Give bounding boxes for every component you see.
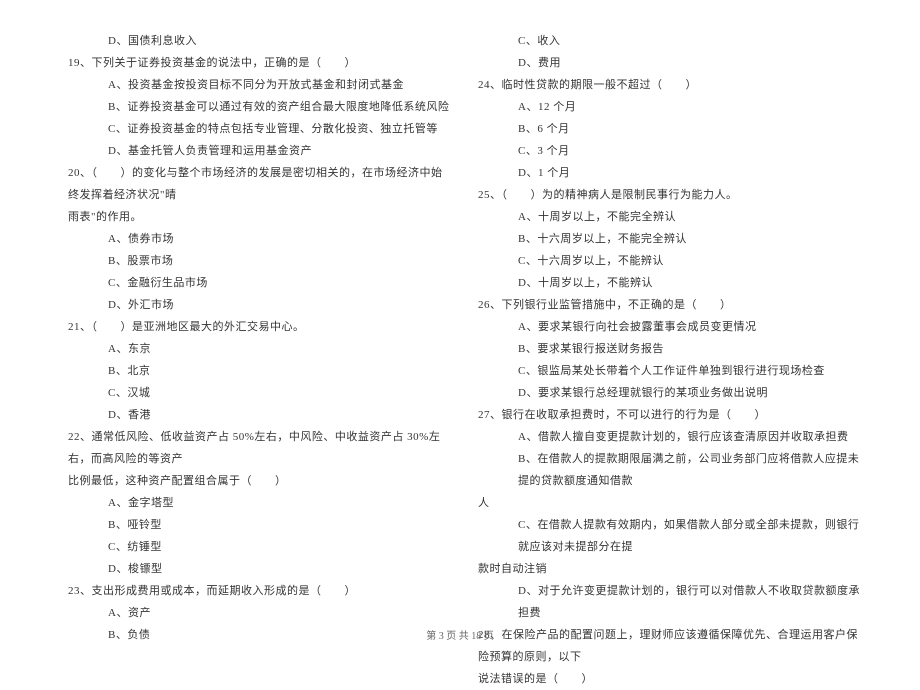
option-text: B、十六周岁以上，不能完全辨认 [468,228,862,250]
option-text: D、国债利息收入 [58,30,452,52]
option-text: A、东京 [58,338,452,360]
option-text: D、费用 [468,52,862,74]
option-text: D、1 个月 [468,162,862,184]
option-text: D、基金托管人负责管理和运用基金资产 [58,140,452,162]
option-text: A、债券市场 [58,228,452,250]
option-text: A、资产 [58,602,452,624]
question-22-line1: 22、通常低风险、低收益资产占 50%左右，中风险、中收益资产占 30%左右，而… [58,426,452,470]
option-text: C、证券投资基金的特点包括专业管理、分散化投资、独立托管等 [58,118,452,140]
option-text: D、十周岁以上，不能辨认 [468,272,862,294]
option-text: A、12 个月 [468,96,862,118]
question-24: 24、临时性贷款的期限一般不超过（ ） [468,74,862,96]
left-column: D、国债利息收入 19、下列关于证券投资基金的说法中，正确的是（ ） A、投资基… [50,30,460,600]
question-20-line1: 20、（ ）的变化与整个市场经济的发展是密切相关的，在市场经济中始终发挥着经济状… [58,162,452,206]
option-text: C、汉城 [58,382,452,404]
question-21: 21、（ ）是亚洲地区最大的外汇交易中心。 [58,316,452,338]
option-text: D、外汇市场 [58,294,452,316]
option-text: B、要求某银行报送财务报告 [468,338,862,360]
question-22-line2: 比例最低，这种资产配置组合属于（ ） [58,470,452,492]
question-23: 23、支出形成费用或成本，而延期收入形成的是（ ） [58,580,452,602]
option-text: D、香港 [58,404,452,426]
option-text: D、对于允许变更提款计划的，银行可以对借款人不收取贷款额度承担费 [468,580,862,624]
option-text: B、股票市场 [58,250,452,272]
question-20-line2: 雨表"的作用。 [58,206,452,228]
option-text: C、3 个月 [468,140,862,162]
option-text-line1: C、在借款人提款有效期内，如果借款人部分或全部未提款，则银行就应该对未提部分在提 [468,514,862,558]
question-19: 19、下列关于证券投资基金的说法中，正确的是（ ） [58,52,452,74]
option-text: B、6 个月 [468,118,862,140]
option-text: C、纺锤型 [58,536,452,558]
option-text: A、借款人擅自变更提款计划的，银行应该查清原因并收取承担费 [468,426,862,448]
question-26: 26、下列银行业监管措施中，不正确的是（ ） [468,294,862,316]
option-text: A、投资基金按投资目标不同分为开放式基金和封闭式基金 [58,74,452,96]
option-text: C、十六周岁以上，不能辨认 [468,250,862,272]
option-text-line1: B、在借款人的提款期限届满之前，公司业务部门应将借款人应提未提的贷款额度通知借款 [468,448,862,492]
question-25: 25、（ ）为的精神病人是限制民事行为能力人。 [468,184,862,206]
option-text: B、北京 [58,360,452,382]
option-text: C、收入 [468,30,862,52]
option-text: A、金字塔型 [58,492,452,514]
option-text-line2: 款时自动注销 [468,558,862,580]
option-text: D、要求某银行总经理就银行的某项业务做出说明 [468,382,862,404]
option-text: C、银监局某处长带着个人工作证件单独到银行进行现场检查 [468,360,862,382]
option-text-line2: 人 [468,492,862,514]
option-text: C、金融衍生品市场 [58,272,452,294]
question-28-line2: 说法错误的是（ ） [468,668,862,690]
page-content: D、国债利息收入 19、下列关于证券投资基金的说法中，正确的是（ ） A、投资基… [0,0,920,620]
page-footer: 第 3 页 共 18 页 [0,627,920,642]
option-text: A、要求某银行向社会披露董事会成员变更情况 [468,316,862,338]
question-27: 27、银行在收取承担费时，不可以进行的行为是（ ） [468,404,862,426]
right-column: C、收入 D、费用 24、临时性贷款的期限一般不超过（ ） A、12 个月 B、… [460,30,870,600]
option-text: A、十周岁以上，不能完全辨认 [468,206,862,228]
option-text: B、证券投资基金可以通过有效的资产组合最大限度地降低系统风险 [58,96,452,118]
option-text: D、梭镖型 [58,558,452,580]
option-text: B、哑铃型 [58,514,452,536]
